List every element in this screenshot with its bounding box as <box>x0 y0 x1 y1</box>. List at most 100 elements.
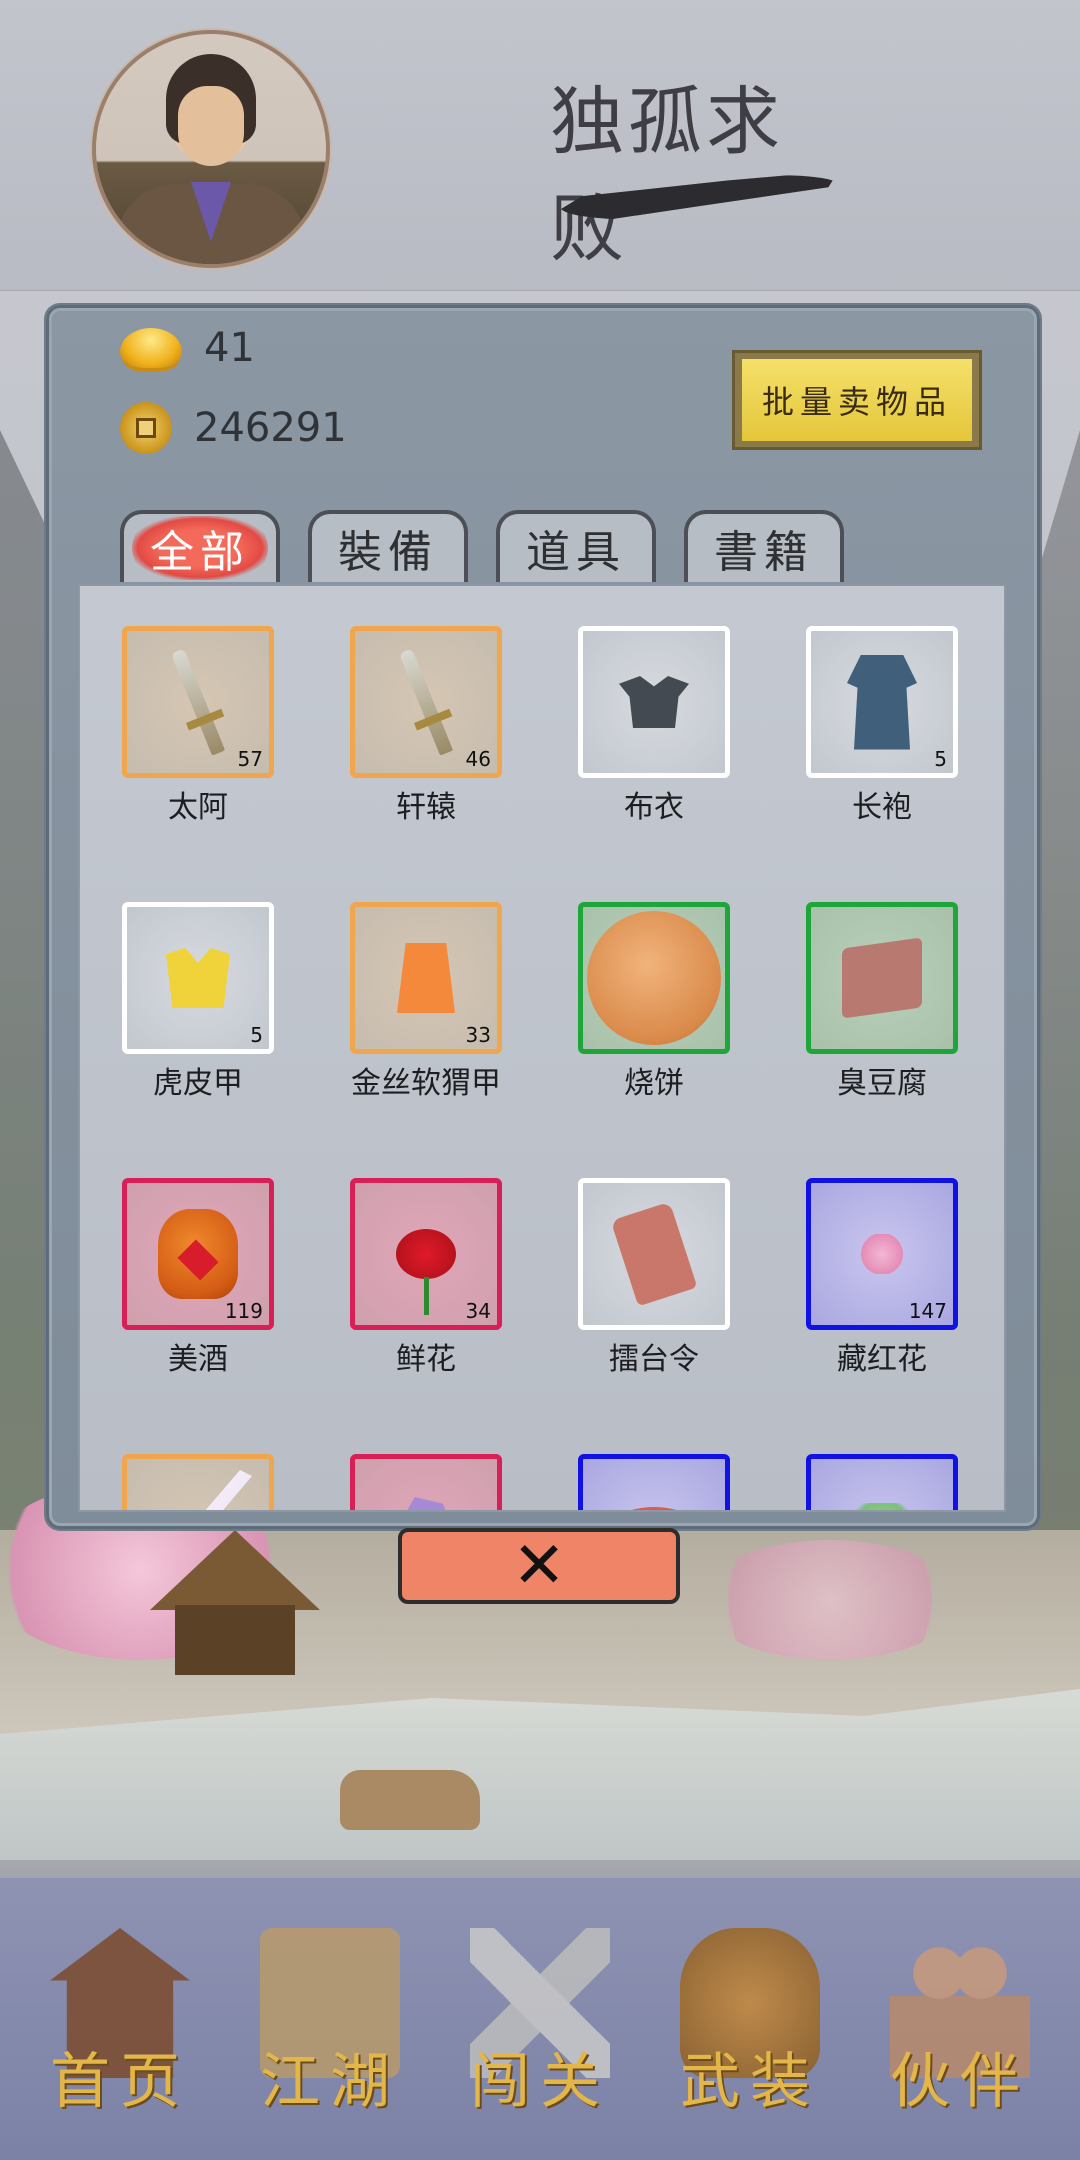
item-name: 鲜花 <box>396 1342 456 1377</box>
tab-props-label: 道具 <box>526 527 626 578</box>
tab-props[interactable]: 道具 <box>496 510 656 582</box>
nav-armory-label: 武装 <box>680 2047 820 2117</box>
nav-challenge-label: 闯关 <box>470 2047 610 2117</box>
item-count: 147 <box>908 1299 947 1323</box>
crystal-icon <box>398 1497 454 1510</box>
inventory-item[interactable]: 擂台令 <box>578 1178 730 1378</box>
tea-icon <box>842 1502 922 1510</box>
bread-icon <box>587 911 721 1045</box>
tab-all[interactable]: 全部 <box>120 510 280 582</box>
inventory-item[interactable]: 48白起之刃 <box>122 1454 274 1510</box>
item-name: 美酒 <box>168 1342 228 1377</box>
inventory-item[interactable]: 5 长袍 <box>806 626 958 826</box>
nav-challenge[interactable]: 闯关 <box>440 1898 640 2148</box>
rouge-icon <box>609 1507 699 1510</box>
item-grid-scroll[interactable]: 57 太阿 46 轩辕 布衣 5 长袍 5 虎皮甲 33 金丝软猬甲 烧饼 臭豆腐 119 美酒 34 鲜花 擂台… <box>78 584 1006 1512</box>
item-name: 长袍 <box>852 790 912 825</box>
item-slot[interactable] <box>578 902 730 1054</box>
inventory-item[interactable]: 烧饼 <box>578 902 730 1102</box>
bulk-sell-button[interactable]: 批量卖物品 <box>732 350 982 450</box>
item-name: 布衣 <box>624 790 684 825</box>
coin-amount: 246291 <box>194 405 347 451</box>
item-slot[interactable]: 147 <box>806 1178 958 1330</box>
item-slot[interactable] <box>578 1454 730 1510</box>
gold-amount: 41 <box>204 325 255 371</box>
item-slot[interactable]: 46 <box>350 626 502 778</box>
close-button[interactable]: ✕ <box>398 1528 680 1604</box>
blossom-tree <box>700 1540 960 1660</box>
item-count: 34 <box>465 1299 491 1323</box>
inventory-item[interactable]: 5 虎皮甲 <box>122 902 274 1102</box>
tab-all-label: 全部 <box>132 516 268 580</box>
item-slot[interactable] <box>578 1178 730 1330</box>
inventory-item[interactable]: 46 轩辕 <box>350 626 502 826</box>
robe-icon <box>847 654 917 750</box>
inventory-item[interactable]: 33 金丝软猬甲 <box>350 902 502 1102</box>
item-count: 5 <box>934 747 947 771</box>
gold-ingot-icon <box>120 328 182 368</box>
item-slot[interactable]: 13 <box>350 1454 502 1510</box>
item-slot[interactable] <box>806 1454 958 1510</box>
tab-equipment-label: 裝備 <box>338 527 438 578</box>
inventory-item[interactable]: 西湖龙井 <box>806 1454 958 1510</box>
item-slot[interactable]: 57 <box>122 626 274 778</box>
rose-icon <box>396 1229 456 1315</box>
item-slot[interactable] <box>578 626 730 778</box>
nav-jianghu[interactable]: 江湖 <box>230 1898 430 2148</box>
tofu-icon <box>842 937 922 1019</box>
sword-icon <box>398 648 454 756</box>
coin-icon <box>120 402 172 454</box>
tab-books[interactable]: 書籍 <box>684 510 844 582</box>
bottom-nav: 首页 江湖 闯关 武装 伙伴 <box>0 1878 1080 2160</box>
nav-home[interactable]: 首页 <box>20 1898 220 2148</box>
item-name: 藏红花 <box>837 1342 927 1377</box>
item-name: 擂台令 <box>609 1342 699 1377</box>
item-slot[interactable]: 5 <box>806 626 958 778</box>
sword-icon <box>170 648 226 756</box>
nav-home-label: 首页 <box>50 2047 190 2117</box>
item-slot[interactable]: 34 <box>350 1178 502 1330</box>
item-name: 金丝软猬甲 <box>351 1066 501 1101</box>
item-slot[interactable]: 5 <box>122 902 274 1054</box>
player-header: 独孤求败 <box>0 0 1080 291</box>
category-tabs: 全部 裝備 道具 書籍 <box>120 510 844 582</box>
wine-jar-icon <box>158 1209 238 1299</box>
tab-equipment[interactable]: 裝備 <box>308 510 468 582</box>
item-count: 57 <box>237 747 263 771</box>
inventory-item[interactable]: 桃花胭脂 <box>578 1454 730 1510</box>
item-slot[interactable]: 119 <box>122 1178 274 1330</box>
item-count: 5 <box>250 1023 263 1047</box>
inventory-item[interactable]: 13天外晶石 <box>350 1454 502 1510</box>
inventory-item[interactable]: 147 藏红花 <box>806 1178 958 1378</box>
coin-row: 246291 <box>120 402 347 454</box>
player-name: 独孤求败 <box>550 79 784 272</box>
item-grid: 57 太阿 46 轩辕 布衣 5 长袍 5 虎皮甲 33 金丝软猬甲 烧饼 臭豆腐 119 美酒 34 鲜花 擂台… <box>122 626 958 1510</box>
item-name: 太阿 <box>168 790 228 825</box>
item-slot[interactable]: 33 <box>350 902 502 1054</box>
inventory-item[interactable]: 布衣 <box>578 626 730 826</box>
item-name: 轩辕 <box>396 790 456 825</box>
flower-icon <box>854 1234 910 1274</box>
item-slot[interactable]: 48 <box>122 1454 274 1510</box>
item-name: 虎皮甲 <box>153 1066 243 1101</box>
avatar[interactable] <box>92 30 330 268</box>
inventory-item[interactable]: 34 鲜花 <box>350 1178 502 1378</box>
hut <box>150 1530 320 1680</box>
inventory-item[interactable]: 臭豆腐 <box>806 902 958 1102</box>
armor-icon <box>397 943 455 1013</box>
vest-icon <box>166 948 230 1008</box>
nav-partners[interactable]: 伙伴 <box>860 1898 1060 2148</box>
nav-partners-label: 伙伴 <box>890 2047 1030 2117</box>
nav-jianghu-label: 江湖 <box>260 2047 400 2117</box>
bulk-sell-label: 批量卖物品 <box>742 359 972 441</box>
item-name: 臭豆腐 <box>837 1066 927 1101</box>
shirt-icon <box>619 676 689 728</box>
item-slot[interactable] <box>806 902 958 1054</box>
gold-row: 41 <box>120 325 255 371</box>
nav-armory[interactable]: 武装 <box>650 1898 850 2148</box>
token-icon <box>610 1201 698 1307</box>
inventory-item[interactable]: 119 美酒 <box>122 1178 274 1378</box>
inventory-item[interactable]: 57 太阿 <box>122 626 274 826</box>
close-icon: ✕ <box>512 1529 566 1603</box>
item-count: 46 <box>465 747 491 771</box>
